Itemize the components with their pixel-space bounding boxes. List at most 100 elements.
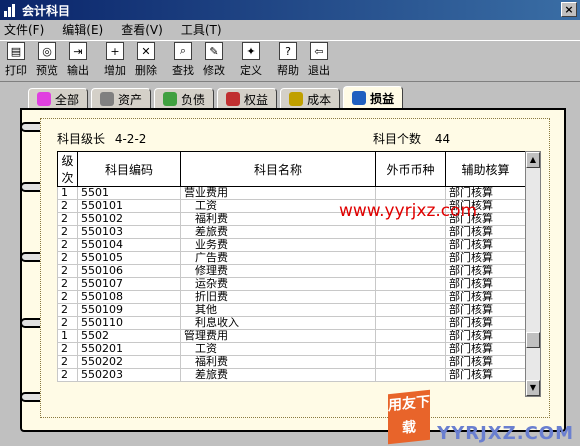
table-row[interactable]: 2 550110 利息收入 部门核算 xyxy=(57,316,526,330)
table-cell xyxy=(375,251,446,265)
tab-icon xyxy=(163,92,178,106)
preview-icon: ◎ xyxy=(38,42,56,60)
table-row[interactable]: 2 550203 差旅费 部门核算 xyxy=(57,368,526,382)
table-cell xyxy=(375,329,446,343)
tab-icon xyxy=(100,92,115,106)
table-row[interactable]: 2 550109 其他 部门核算 xyxy=(57,303,526,317)
find-icon: ⌕ xyxy=(174,42,192,60)
toolbar-button-7[interactable]: ✦ 定义 xyxy=(236,41,266,81)
toolbar-button-4[interactable]: ✕ 删除 xyxy=(131,41,161,81)
menu-item-2[interactable]: 查看(V) xyxy=(121,21,163,38)
column-header[interactable]: 级次 xyxy=(57,151,78,187)
table-cell: 部门核算 xyxy=(445,303,526,317)
tab-strip: 全部 资产 负债 权益 成本 损益 xyxy=(28,86,406,110)
tab-3[interactable]: 权益 xyxy=(217,88,278,110)
table-cell: 工资 xyxy=(180,342,376,356)
toolbar-button-label: 修改 xyxy=(203,64,225,77)
tab-4[interactable]: 成本 xyxy=(280,88,341,110)
app-icon xyxy=(4,3,18,17)
table-row[interactable]: 2 550105 广告费 部门核算 xyxy=(57,251,526,265)
page-frame: 科目级长 4-2-2 科目个数 44 级次 科目编码 科目名称 外币币种 辅助核算 15… xyxy=(20,108,566,432)
toolbar-button-label: 增加 xyxy=(104,64,126,77)
tab-1[interactable]: 资产 xyxy=(91,88,152,110)
menu-bar: 文件(F) 编辑(E) 查看(V) 工具(T) xyxy=(0,20,580,39)
table-cell: 部门核算 xyxy=(445,368,526,382)
table-cell: 2 xyxy=(57,251,78,265)
menu-item-3[interactable]: 工具(T) xyxy=(181,21,222,38)
title-bar: 会计科目 × xyxy=(0,0,580,20)
table-cell: 2 xyxy=(57,225,78,239)
account-page: 科目级长 4-2-2 科目个数 44 级次 科目编码 科目名称 外币币种 辅助核算 15… xyxy=(40,118,550,418)
scroll-thumb[interactable] xyxy=(526,332,540,348)
tab-5[interactable]: 损益 xyxy=(343,86,404,110)
column-header[interactable]: 科目名称 xyxy=(180,151,376,187)
table-cell: 2 xyxy=(57,199,78,213)
toolbar-button-1[interactable]: ◎ 预览 xyxy=(32,41,62,81)
table-cell: 2 xyxy=(57,238,78,252)
table-cell: 2 xyxy=(57,264,78,278)
toolbar-button-6[interactable]: ✎ 修改 xyxy=(199,41,229,81)
tab-icon xyxy=(37,92,51,106)
count-value: 44 xyxy=(434,132,451,146)
table-row[interactable]: 1 5502 管理费用 部门核算 xyxy=(57,329,526,343)
table-cell xyxy=(375,342,446,356)
table-cell: 部门核算 xyxy=(445,251,526,265)
toolbar: ▤ 打印 ◎ 预览 ⇥ 输出 + 增加 ✕ 删除 ⌕ 查找 ✎ 修改 ✦ 定义? 帮助 ⇦ 退出 xyxy=(0,40,580,82)
menu-item-1[interactable]: 编辑(E) xyxy=(62,21,103,38)
close-button[interactable]: × xyxy=(561,2,577,17)
count-info: 科目个数 44 xyxy=(373,130,450,147)
table-cell: 2 xyxy=(57,342,78,356)
table-cell xyxy=(375,186,446,200)
table-cell: 部门核算 xyxy=(445,277,526,291)
table-cell: 2 xyxy=(57,212,78,226)
add-icon: + xyxy=(106,42,124,60)
table-cell: 部门核算 xyxy=(445,264,526,278)
table-cell: 1 xyxy=(57,329,78,343)
table-cell xyxy=(375,316,446,330)
table-cell: 550103 xyxy=(77,225,181,239)
toolbar-button-label: 输出 xyxy=(67,64,89,77)
toolbar-button-9[interactable]: ⇦ 退出 xyxy=(304,41,334,81)
column-header[interactable]: 科目编码 xyxy=(77,151,181,187)
table-row[interactable]: 2 550103 差旅费 部门核算 xyxy=(57,225,526,239)
export-icon: ⇥ xyxy=(69,42,87,60)
watermark-logo: 用友下载 xyxy=(388,389,430,445)
table-cell: 2 xyxy=(57,316,78,330)
toolbar-button-5[interactable]: ⌕ 查找 xyxy=(168,41,198,81)
table-row[interactable]: 2 550202 福利费 部门核算 xyxy=(57,355,526,369)
scroll-up-button[interactable]: ▲ xyxy=(526,152,540,168)
vertical-scrollbar[interactable]: ▲ ▼ xyxy=(525,151,541,397)
tab-label: 资产 xyxy=(118,92,143,107)
table-cell: 2 xyxy=(57,303,78,317)
table-row[interactable]: 1 5501 营业费用 部门核算 xyxy=(57,186,526,200)
table-cell: 修理费 xyxy=(180,264,376,278)
table-row[interactable]: 2 550104 业务费 部门核算 xyxy=(57,238,526,252)
toolbar-button-8[interactable]: ? 帮助 xyxy=(273,41,303,81)
table-row[interactable]: 2 550107 运杂费 部门核算 xyxy=(57,277,526,291)
toolbar-button-3[interactable]: + 增加 xyxy=(100,41,130,81)
scroll-down-button[interactable]: ▼ xyxy=(526,380,540,396)
tab-2[interactable]: 负债 xyxy=(154,88,215,110)
table-row[interactable]: 2 550106 修理费 部门核算 xyxy=(57,264,526,278)
table-cell: 部门核算 xyxy=(445,316,526,330)
help-icon: ? xyxy=(279,42,297,60)
column-header[interactable]: 辅助核算 xyxy=(445,151,526,187)
table-cell xyxy=(375,277,446,291)
table-header-row: 级次 科目编码 科目名称 外币币种 辅助核算 xyxy=(57,151,526,187)
table-cell: 550101 xyxy=(77,199,181,213)
toolbar-button-0[interactable]: ▤ 打印 xyxy=(1,41,31,81)
table-cell: 业务费 xyxy=(180,238,376,252)
menu-item-0[interactable]: 文件(F) xyxy=(4,21,44,38)
table-row[interactable]: 2 550108 折旧费 部门核算 xyxy=(57,290,526,304)
table-row[interactable]: 2 550201 工资 部门核算 xyxy=(57,342,526,356)
table-cell xyxy=(375,238,446,252)
column-header[interactable]: 外币币种 xyxy=(375,151,446,187)
table-cell: 550109 xyxy=(77,303,181,317)
table-cell: 管理费用 xyxy=(180,329,376,343)
tab-label: 成本 xyxy=(307,92,332,107)
account-book: 全部 资产 负债 权益 成本 损益 科目级长 4-2-2 科目个数 44 级次 科目编码 科目… xyxy=(6,86,574,442)
window-title: 会计科目 xyxy=(22,3,71,18)
tab-0[interactable]: 全部 xyxy=(28,88,89,110)
toolbar-button-2[interactable]: ⇥ 输出 xyxy=(63,41,93,81)
account-table: 级次 科目编码 科目名称 外币币种 辅助核算 1 5501 营业费用 部门核算 2 550101 … xyxy=(57,151,526,382)
